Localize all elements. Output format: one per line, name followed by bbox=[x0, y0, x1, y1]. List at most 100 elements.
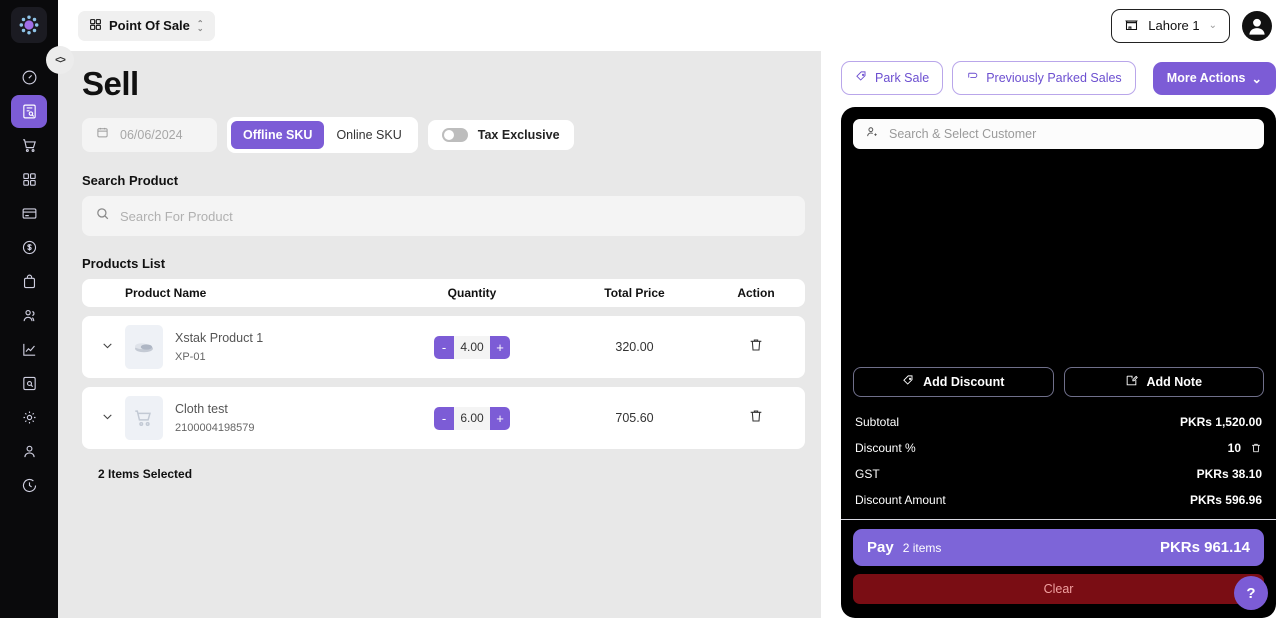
cloud-product-image bbox=[125, 325, 163, 369]
product-name: Cloth test bbox=[175, 402, 255, 416]
totals-value: PKRs 596.96 bbox=[1190, 493, 1262, 507]
product-meta: Cloth test 2100004198579 bbox=[175, 402, 255, 434]
more-actions-label: More Actions bbox=[1167, 71, 1246, 85]
page-title: Sell bbox=[82, 65, 805, 103]
sidebar-item-profile[interactable] bbox=[11, 435, 47, 468]
users-icon bbox=[21, 307, 38, 324]
sidebar-item-inventory[interactable] bbox=[11, 265, 47, 298]
sidebar-item-orders[interactable] bbox=[11, 129, 47, 162]
more-actions-button[interactable]: More Actions ⌄ bbox=[1153, 62, 1276, 95]
park-sale-button[interactable]: Park Sale bbox=[841, 61, 943, 95]
delete-row-button[interactable] bbox=[707, 408, 805, 429]
sku-online-button[interactable]: Online SKU bbox=[324, 121, 413, 149]
report-search-icon bbox=[21, 375, 38, 392]
chevron-down-icon: ⌄ bbox=[1252, 71, 1262, 86]
sidebar-item-settings[interactable] bbox=[11, 401, 47, 434]
add-note-label: Add Note bbox=[1146, 375, 1202, 389]
add-note-button[interactable]: Add Note bbox=[1064, 367, 1265, 397]
document-search-icon bbox=[21, 103, 38, 120]
body-row: Sell 06/06/2024 Offline SKU Online SKU bbox=[58, 51, 1280, 618]
totals-value: PKRs 38.10 bbox=[1197, 467, 1262, 481]
total-price-value: 705.60 bbox=[562, 411, 707, 425]
sidebar-item-finance[interactable] bbox=[11, 231, 47, 264]
quantity-decrement-button[interactable]: - bbox=[434, 336, 454, 359]
grid-icon bbox=[21, 171, 38, 188]
products-table-header: Product Name Quantity Total Price Action bbox=[82, 279, 805, 307]
topbar-right: Lahore 1 ⌄ bbox=[1111, 9, 1272, 43]
sidebar bbox=[0, 0, 58, 618]
quantity-decrement-button[interactable]: - bbox=[434, 407, 454, 430]
avatar[interactable] bbox=[1242, 11, 1272, 41]
quantity-increment-button[interactable]: + bbox=[490, 336, 510, 359]
bag-icon bbox=[21, 273, 38, 290]
totals-label: Discount Amount bbox=[855, 493, 946, 507]
total-price-value: 320.00 bbox=[562, 340, 707, 354]
customer-search-placeholder: Search & Select Customer bbox=[889, 127, 1036, 141]
pos-app: <> Point Of Sale ⌃⌄ Lahore 1 ⌄ bbox=[0, 0, 1280, 618]
totals-value: 10 bbox=[1228, 441, 1241, 455]
sidebar-item-products[interactable] bbox=[11, 163, 47, 196]
date-picker[interactable]: 06/06/2024 bbox=[82, 118, 217, 152]
quantity-value[interactable]: 6.00 bbox=[454, 407, 490, 430]
xstak-logo[interactable] bbox=[11, 7, 47, 43]
column-action: Action bbox=[707, 286, 805, 300]
quantity-cell: - 4.00 + bbox=[382, 336, 562, 359]
quantity-value[interactable]: 4.00 bbox=[454, 336, 490, 359]
delete-discount-button[interactable] bbox=[1250, 442, 1262, 454]
sidebar-item-analytics[interactable] bbox=[11, 333, 47, 366]
trash-icon bbox=[748, 337, 764, 358]
sidebar-item-dashboard[interactable] bbox=[11, 61, 47, 94]
quantity-stepper[interactable]: - 6.00 + bbox=[434, 407, 510, 430]
quantity-increment-button[interactable]: + bbox=[490, 407, 510, 430]
help-button[interactable]: ? bbox=[1234, 576, 1268, 610]
speedometer-icon bbox=[21, 69, 38, 86]
table-row[interactable]: Xstak Product 1 XP-01 - 4.00 + 320.00 bbox=[82, 316, 805, 378]
sidebar-item-reports[interactable] bbox=[11, 367, 47, 400]
totals-label: Subtotal bbox=[855, 415, 899, 429]
customer-search-input[interactable]: Search & Select Customer bbox=[853, 119, 1264, 149]
quantity-stepper[interactable]: - 4.00 + bbox=[434, 336, 510, 359]
pay-button[interactable]: Pay 2 items PKRs 961.14 bbox=[853, 529, 1264, 566]
row-product-cell: Cloth test 2100004198579 bbox=[82, 396, 382, 440]
grid-icon bbox=[89, 18, 102, 34]
sku-offline-button[interactable]: Offline SKU bbox=[231, 121, 324, 149]
sidebar-collapse-toggle[interactable]: <> bbox=[46, 46, 74, 74]
totals-row-discount-amount: Discount Amount PKRs 596.96 bbox=[853, 487, 1264, 513]
pay-label: Pay bbox=[867, 539, 894, 556]
totals-row-discount-percent: Discount % 10 bbox=[853, 435, 1264, 461]
row-expand-toggle[interactable] bbox=[96, 339, 119, 355]
sell-main: Sell 06/06/2024 Offline SKU Online SKU bbox=[58, 51, 821, 618]
add-discount-button[interactable]: Add Discount bbox=[853, 367, 1054, 397]
previously-parked-label: Previously Parked Sales bbox=[986, 71, 1121, 85]
totals-row-gst: GST PKRs 38.10 bbox=[853, 461, 1264, 487]
sidebar-item-history[interactable] bbox=[11, 469, 47, 502]
card-icon bbox=[21, 205, 38, 222]
row-expand-toggle[interactable] bbox=[96, 410, 119, 426]
product-sku: 2100004198579 bbox=[175, 422, 255, 434]
tax-exclusive-toggle[interactable]: Tax Exclusive bbox=[428, 120, 574, 150]
dollar-circle-icon bbox=[21, 239, 38, 256]
tab-point-of-sale[interactable]: Point Of Sale ⌃⌄ bbox=[78, 11, 215, 41]
person-icon bbox=[21, 443, 38, 460]
undo-icon bbox=[966, 70, 979, 86]
totals-row-subtotal: Subtotal PKRs 1,520.00 bbox=[853, 409, 1264, 435]
column-total-price: Total Price bbox=[562, 286, 707, 300]
toggle-switch[interactable] bbox=[442, 128, 468, 142]
add-user-icon bbox=[865, 125, 879, 144]
tag-icon bbox=[855, 70, 868, 86]
content-area: Point Of Sale ⌃⌄ Lahore 1 ⌄ Sell bbox=[58, 0, 1280, 618]
delete-row-button[interactable] bbox=[707, 337, 805, 358]
tag-icon bbox=[902, 374, 915, 390]
sidebar-item-point-of-sale[interactable] bbox=[11, 95, 47, 128]
table-row[interactable]: Cloth test 2100004198579 - 6.00 + 705.60 bbox=[82, 387, 805, 449]
search-product-input[interactable]: Search For Product bbox=[82, 196, 805, 236]
previously-parked-sales-button[interactable]: Previously Parked Sales bbox=[952, 61, 1135, 95]
pay-amount: PKRs 961.14 bbox=[1160, 539, 1250, 556]
sidebar-item-payments[interactable] bbox=[11, 197, 47, 230]
store-selector[interactable]: Lahore 1 ⌄ bbox=[1111, 9, 1230, 43]
chevron-down-icon: ⌄ bbox=[1209, 20, 1217, 31]
add-discount-label: Add Discount bbox=[923, 375, 1004, 389]
cart-placeholder-icon bbox=[125, 396, 163, 440]
clear-button[interactable]: Clear bbox=[853, 574, 1264, 604]
sidebar-item-customers[interactable] bbox=[11, 299, 47, 332]
